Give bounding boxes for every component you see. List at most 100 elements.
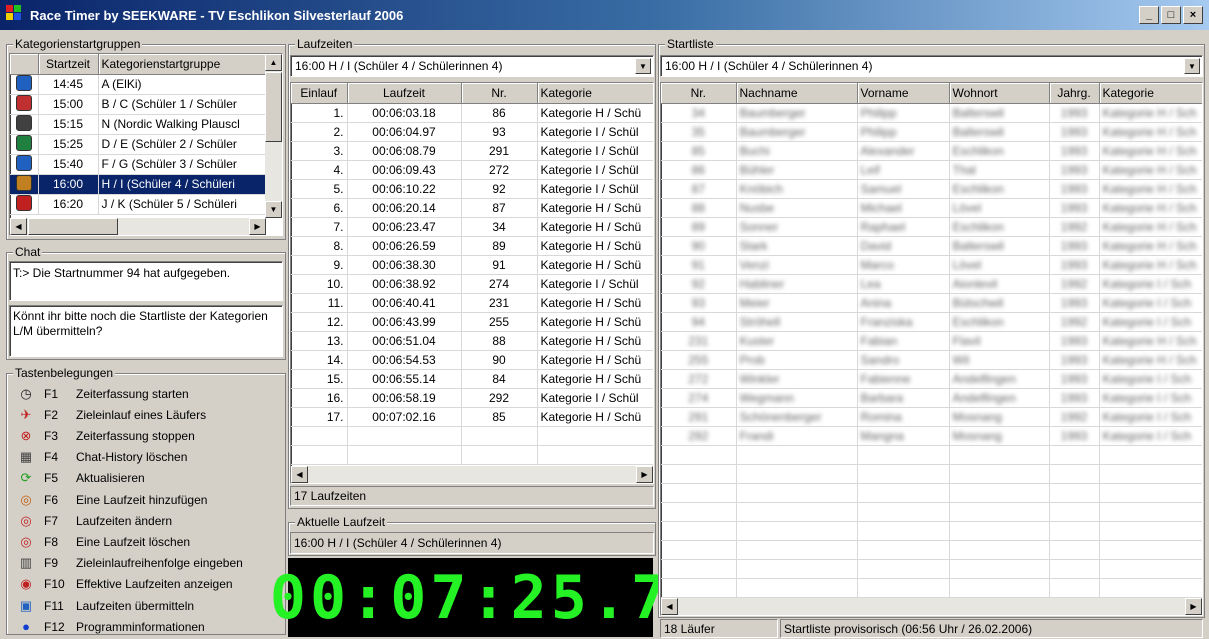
laufzeiten-hscroll[interactable]: ◀ ▶: [291, 466, 653, 483]
key-binding-f3[interactable]: ⊗ F3 Zeiterfassung stoppen: [18, 425, 195, 446]
laufzeit-row[interactable]: 2. 00:06:04.97 93 Kategorie I / Schül: [291, 122, 653, 142]
startliste-row[interactable]: 87 Knöbich Samuel Eschlikon 1993 Kategorie H …: [661, 179, 1202, 199]
groups-list[interactable]: Startzeit Kategorienstartgruppe 14:45 A (…: [9, 53, 283, 236]
laufzeit-row[interactable]: 4. 00:06:09.43 272 Kategorie I / Schül: [291, 160, 653, 180]
key-binding-f10[interactable]: ◉ F10 Effektive Laufzeiten anzeigen: [18, 574, 232, 595]
startliste-grid[interactable]: Nr. Nachname Vorname Wohnort Jahrg. Kate…: [660, 82, 1203, 616]
group-row[interactable]: 15:15 N (Nordic Walking Plauscl: [10, 114, 267, 135]
laufzeit-row[interactable]: 13. 00:06:51.04 88 Kategorie H / Schü: [291, 331, 653, 351]
startliste-header-vorname[interactable]: Vorname: [857, 83, 950, 104]
key-binding-f6[interactable]: ◎ F6 Eine Laufzeit hinzufügen: [18, 489, 207, 510]
startliste-header-jahrgang[interactable]: Jahrg.: [1049, 83, 1100, 104]
nachname-cell: Schönenberger: [736, 407, 858, 427]
laufzeiten-header-kategorie[interactable]: Kategorie: [537, 83, 653, 104]
startliste-row[interactable]: 85 Buchi Alexander Eschlikon 1993 Kategorie H…: [661, 141, 1202, 161]
chat-history[interactable]: T:> Die Startnummer 94 hat aufgegeben.: [9, 261, 283, 301]
startliste-count-text: 18 Läufer: [664, 621, 715, 636]
laufzeit-row[interactable]: 7. 00:06:23.47 34 Kategorie H / Schü: [291, 217, 653, 237]
scroll-left-icon[interactable]: ◀: [291, 466, 308, 483]
chat-input[interactable]: Könnt ihr bitte noch die Startliste der …: [9, 305, 283, 357]
laufzeit-row[interactable]: 12. 00:06:43.99 255 Kategorie H / Schü: [291, 312, 653, 332]
key-binding-f4[interactable]: ▦ F4 Chat-History löschen: [18, 447, 188, 468]
chevron-down-icon[interactable]: ▼: [635, 58, 651, 74]
startliste-header-nr[interactable]: Nr.: [661, 83, 737, 104]
startliste-row[interactable]: 272 Winkler Fabienne Andelfingen 1993 Kategor…: [661, 369, 1202, 389]
startliste-row[interactable]: 86 Bühler Leif Thal 1993 Kategorie H / Sch: [661, 160, 1202, 180]
startliste-hscroll[interactable]: ◀ ▶: [661, 598, 1202, 615]
startliste-row[interactable]: 88 Nusbe Michael Lövel 1993 Kategorie H / Sch: [661, 198, 1202, 218]
key-binding-f1[interactable]: ◷ F1 Zeiterfassung starten: [18, 383, 188, 404]
chevron-down-icon[interactable]: ▼: [1184, 58, 1200, 74]
startliste-row[interactable]: 92 Habliner Lea Aionlevil 1992 Kategorie I / …: [661, 274, 1202, 294]
groups-hscroll[interactable]: ◀ ▶: [10, 218, 266, 235]
startliste-row[interactable]: 90 Stark David Balterswil 1993 Kategorie H / …: [661, 236, 1202, 256]
startliste-row[interactable]: 231 Kuster Fabian Flavil 1993 Kategorie H / S…: [661, 331, 1202, 351]
laufzeiten-header-nr[interactable]: Nr.: [461, 83, 538, 104]
laufzeit-cell: 00:06:55.14: [347, 369, 462, 389]
laufzeit-row[interactable]: 1. 00:06:03.18 86 Kategorie H / Schü: [291, 103, 653, 123]
startliste-row[interactable]: 255 Prob Sandro Wil 1993 Kategorie H / Sch: [661, 350, 1202, 370]
laufzeit-row[interactable]: 16. 00:06:58.19 292 Kategorie I / Schül: [291, 388, 653, 408]
startliste-header-kategorie[interactable]: Kategorie: [1099, 83, 1202, 104]
startliste-row[interactable]: 94 Ströhell Franziska Eschlikon 1992 Kategori…: [661, 312, 1202, 332]
laufzeit-row[interactable]: 8. 00:06:26.59 89 Kategorie H / Schü: [291, 236, 653, 256]
startliste-header-wohnort[interactable]: Wohnort: [949, 83, 1050, 104]
laufzeit-row[interactable]: 17. 00:07:02.16 85 Kategorie H / Schü: [291, 407, 653, 427]
startliste-row[interactable]: 93 Meier Anina Bütschwil 1993 Kategorie I / S…: [661, 293, 1202, 313]
laufzeiten-group-select[interactable]: 16:00 H / I (Schüler 4 / Schülerinnen 4)…: [290, 55, 654, 77]
key-binding-f11[interactable]: ▣ F11 Laufzeiten übermitteln: [18, 595, 194, 616]
group-row[interactable]: 15:25 D / E (Schüler 2 / Schüler: [10, 134, 267, 155]
groups-header-time[interactable]: Startzeit: [38, 54, 99, 75]
laufzeiten-header-laufzeit[interactable]: Laufzeit: [347, 83, 462, 104]
close-button[interactable]: ×: [1183, 6, 1203, 24]
key-binding-f9[interactable]: ▥ F9 Zieleinlaufreihenfolge eingeben: [18, 553, 243, 574]
laufzeit-row[interactable]: 10. 00:06:38.92 274 Kategorie I / Schül: [291, 274, 653, 294]
minimize-button[interactable]: _: [1139, 6, 1159, 24]
laufzeiten-header-einlauf[interactable]: Einlauf: [291, 83, 348, 104]
laufzeit-row[interactable]: 3. 00:06:08.79 291 Kategorie I / Schül: [291, 141, 653, 161]
startliste-row[interactable]: 292 Frandi Mangna Mosnang 1993 Kategorie I / …: [661, 426, 1202, 446]
key-binding-f12[interactable]: ● F12 Programminformationen: [18, 616, 205, 637]
einlauf-cell: 5.: [291, 179, 348, 199]
group-row[interactable]: 15:00 B / C (Schüler 1 / Schüler: [10, 94, 267, 115]
scroll-down-icon[interactable]: ▼: [265, 201, 282, 218]
scroll-thumb[interactable]: [28, 218, 118, 235]
group-row[interactable]: 16:20 J / K (Schüler 5 / Schüleri: [10, 194, 267, 215]
startliste-row[interactable]: 91 Venzi Marco Lövel 1993 Kategorie H / Sch: [661, 255, 1202, 275]
maximize-button[interactable]: □: [1161, 6, 1181, 24]
groups-vscroll[interactable]: ▲ ▼: [265, 54, 282, 218]
key-binding-f5[interactable]: ⟳ F5 Aktualisieren: [18, 468, 145, 489]
startliste-row[interactable]: 35 Baumberger Philipp Balterswil 1993 Kategor…: [661, 122, 1202, 142]
runner-group-icon: [15, 134, 32, 151]
key-binding-f8[interactable]: ◎ F8 Eine Laufzeit löschen: [18, 531, 190, 552]
key-binding-f2[interactable]: ✈ F2 Zieleinlauf eines Läufers: [18, 404, 207, 425]
startliste-row[interactable]: 89 Sonner Raphael Eschlikon 1992 Kategorie H …: [661, 217, 1202, 237]
key-description: Zeiterfassung stoppen: [76, 428, 195, 443]
group-row[interactable]: 16:00 H / I (Schüler 4 / Schüleri: [10, 174, 267, 195]
laufzeit-row[interactable]: 11. 00:06:40.41 231 Kategorie H / Schü: [291, 293, 653, 313]
laufzeit-row[interactable]: 5. 00:06:10.22 92 Kategorie I / Schül: [291, 179, 653, 199]
group-row[interactable]: 14:45 A (ElKi): [10, 74, 267, 95]
laufzeit-row[interactable]: 14. 00:06:54.53 90 Kategorie H / Schü: [291, 350, 653, 370]
groups-header-icon[interactable]: [10, 54, 39, 75]
startliste-row[interactable]: 274 Wegmann Barbara Andelfingen 1993 Kategori…: [661, 388, 1202, 408]
scroll-right-icon[interactable]: ▶: [1185, 598, 1202, 615]
laufzeit-row[interactable]: 6. 00:06:20.14 87 Kategorie H / Schü: [291, 198, 653, 218]
scroll-left-icon[interactable]: ◀: [10, 218, 27, 235]
group-row[interactable]: 15:40 F / G (Schüler 3 / Schüler: [10, 154, 267, 175]
scroll-left-icon[interactable]: ◀: [661, 598, 678, 615]
key-binding-f7[interactable]: ◎ F7 Laufzeiten ändern: [18, 510, 172, 531]
scroll-right-icon[interactable]: ▶: [249, 218, 266, 235]
title-bar[interactable]: Race Timer by SEEKWARE - TV Eschlikon Si…: [0, 0, 1209, 30]
startliste-row[interactable]: 291 Schönenberger Romina Mosnang 1992 Kategor…: [661, 407, 1202, 427]
scroll-up-icon[interactable]: ▲: [265, 54, 282, 71]
groups-header-group[interactable]: Kategorienstartgruppe: [98, 54, 267, 75]
startliste-header-nachname[interactable]: Nachname: [736, 83, 858, 104]
startliste-row[interactable]: 34 Baumberger Philipp Balterswil 1993 Kategor…: [661, 103, 1202, 123]
laufzeit-row[interactable]: 15. 00:06:55.14 84 Kategorie H / Schü: [291, 369, 653, 389]
startliste-group-select[interactable]: 16:00 H / I (Schüler 4 / Schülerinnen 4)…: [660, 55, 1203, 77]
laufzeit-row[interactable]: 9. 00:06:38.30 91 Kategorie H / Schü: [291, 255, 653, 275]
laufzeiten-grid[interactable]: Einlauf Laufzeit Nr. Kategorie 1. 00:06:0…: [290, 82, 654, 484]
scroll-thumb[interactable]: [265, 72, 282, 142]
scroll-right-icon[interactable]: ▶: [636, 466, 653, 483]
